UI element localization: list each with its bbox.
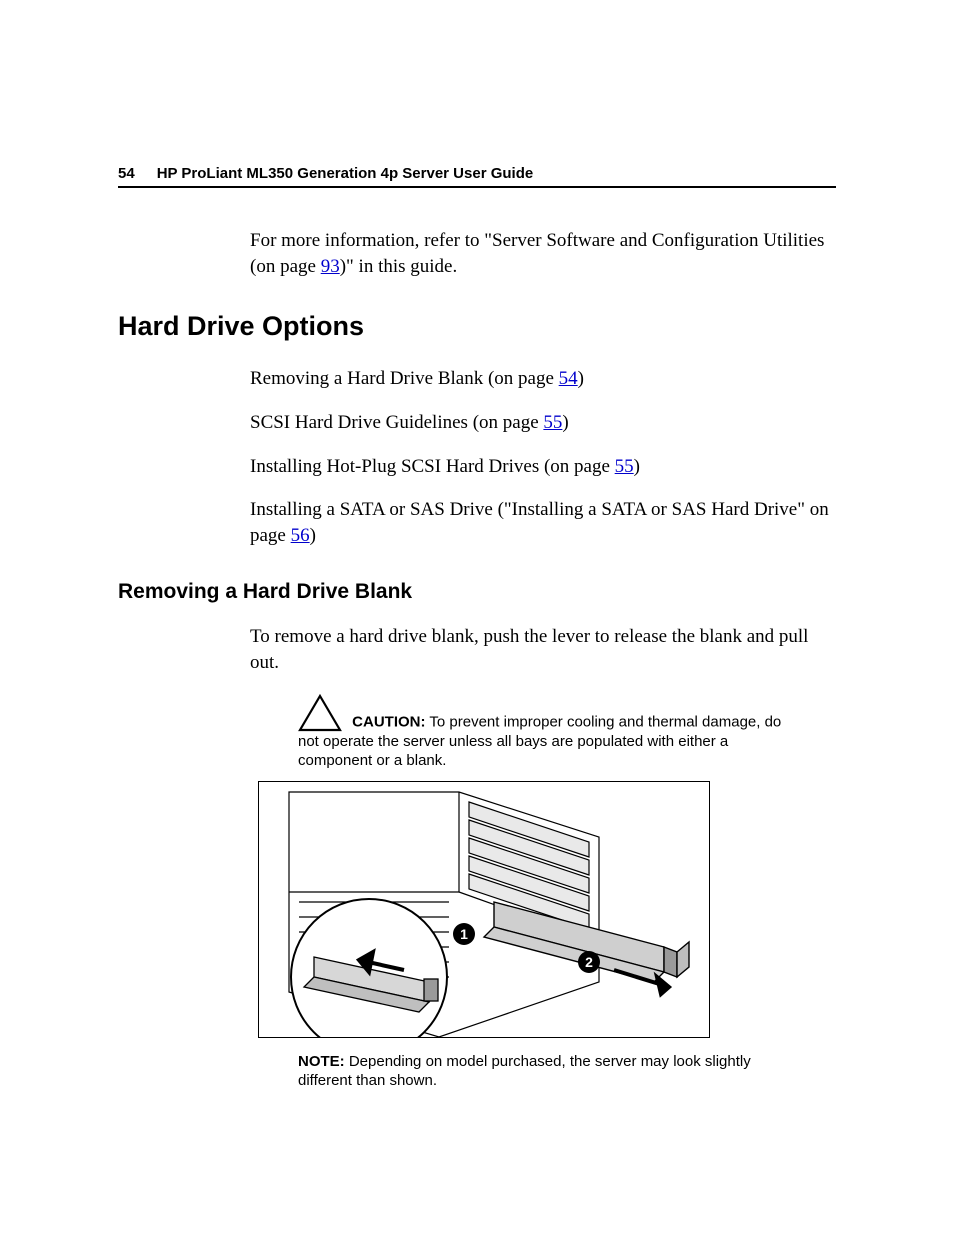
section-heading-hard-drive-options: Hard Drive Options	[118, 311, 836, 342]
doc-title: HP ProLiant ML350 Generation 4p Server U…	[157, 165, 534, 182]
toc-item-4: Installing a SATA or SAS Drive ("Install…	[250, 497, 836, 548]
intro-paragraph: For more information, refer to "Server S…	[250, 228, 836, 279]
toc-item-1: Removing a Hard Drive Blank (on page 54)	[250, 366, 836, 392]
note-text: Depending on model purchased, the server…	[298, 1053, 751, 1090]
drive-blank-illustration-svg: 1 2	[259, 782, 709, 1037]
toc-item-3: Installing Hot-Plug SCSI Hard Drives (on…	[250, 454, 836, 480]
toc-item-2: SCSI Hard Drive Guidelines (on page 55)	[250, 410, 836, 436]
toc1-after: )	[578, 368, 584, 389]
figure-callout-1: 1	[460, 926, 468, 942]
figure-callout-2: 2	[585, 954, 593, 970]
toc1-before: Removing a Hard Drive Blank (on page	[250, 368, 559, 389]
page-number: 54	[118, 165, 135, 182]
figure-frame: 1 2	[258, 781, 710, 1038]
caution-block: CAUTION: To prevent improper cooling and…	[298, 694, 796, 771]
subsection-heading-removing-blank: Removing a Hard Drive Blank	[118, 580, 836, 604]
link-page-93[interactable]: 93	[321, 256, 340, 277]
toc2-after: )	[562, 412, 568, 433]
link-page-55b[interactable]: 55	[615, 456, 634, 477]
toc3-after: )	[634, 456, 640, 477]
toc4-before: Installing a SATA or SAS Drive ("Install…	[250, 499, 829, 546]
intro-text-after: )" in this guide.	[340, 256, 458, 277]
figure-remove-drive-blank: 1 2	[258, 781, 836, 1038]
caution-label: CAUTION:	[352, 713, 425, 730]
caution-triangle-icon	[298, 694, 342, 732]
running-header: 54 HP ProLiant ML350 Generation 4p Server…	[118, 165, 836, 188]
toc2-before: SCSI Hard Drive Guidelines (on page	[250, 412, 543, 433]
toc3-before: Installing Hot-Plug SCSI Hard Drives (on…	[250, 456, 615, 477]
toc4-after: )	[310, 525, 316, 546]
instruction-paragraph: To remove a hard drive blank, push the l…	[250, 624, 836, 675]
link-page-54[interactable]: 54	[559, 368, 578, 389]
note-label: NOTE:	[298, 1053, 345, 1070]
note-block: NOTE: Depending on model purchased, the …	[298, 1052, 796, 1091]
page: 54 HP ProLiant ML350 Generation 4p Server…	[0, 0, 954, 1181]
link-page-55a[interactable]: 55	[543, 412, 562, 433]
link-page-56[interactable]: 56	[291, 525, 310, 546]
